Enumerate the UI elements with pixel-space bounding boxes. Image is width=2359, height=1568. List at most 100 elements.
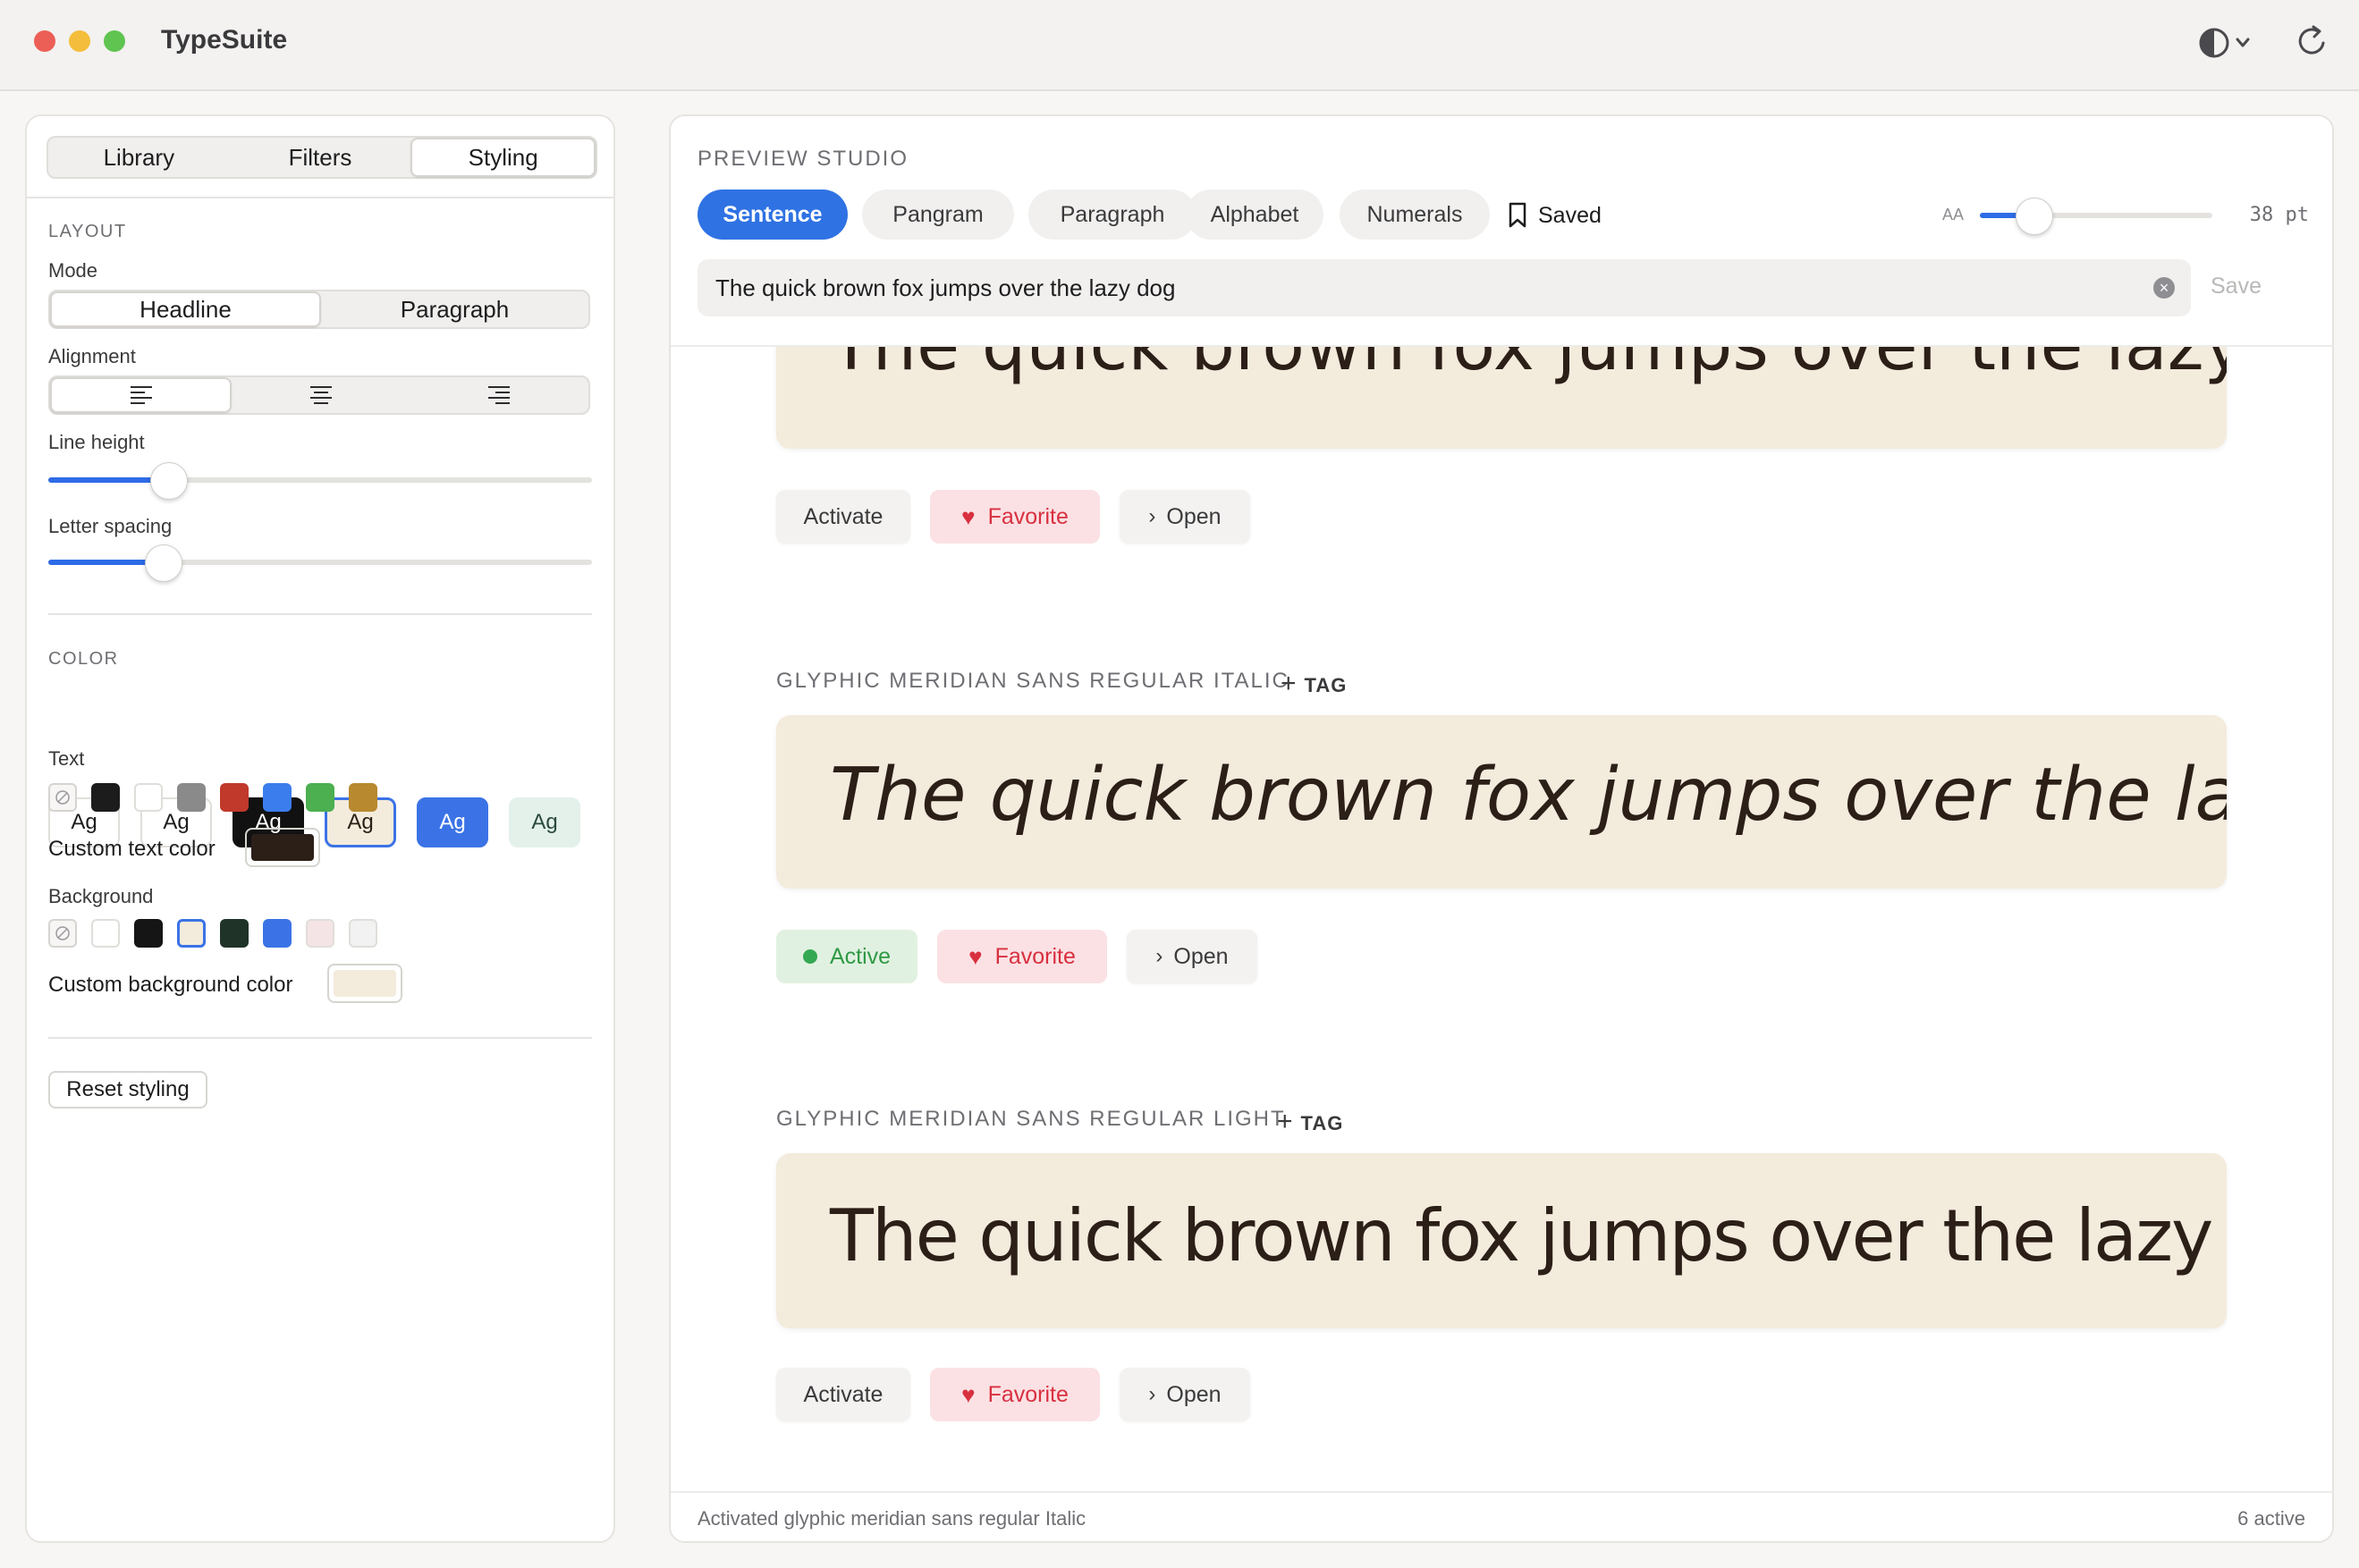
font-sample-text: The quick brown fox jumps over the lazy …	[830, 1194, 2227, 1277]
activate-button[interactable]: Activate	[776, 1368, 910, 1421]
font-size-slider[interactable]	[1980, 198, 2212, 235]
pill-alphabet[interactable]: Alphabet	[1186, 190, 1323, 240]
open-button[interactable]: › Open	[1127, 930, 1257, 983]
color-divider	[48, 1037, 592, 1039]
align-left-option[interactable]	[50, 377, 233, 413]
background-color-swatch[interactable]	[220, 919, 249, 948]
plus-icon: +	[1277, 1107, 1294, 1136]
app-title: TypeSuite	[161, 25, 288, 55]
text-color-swatch[interactable]	[220, 783, 249, 812]
custom-text-color-well[interactable]	[245, 828, 320, 867]
background-color-swatch[interactable]	[306, 919, 334, 948]
pill-paragraph[interactable]: Paragraph	[1028, 190, 1196, 240]
favorite-button[interactable]: ♥ Favorite	[930, 1368, 1100, 1421]
sample-text-input[interactable]: The quick brown fox jumps over the lazy …	[715, 274, 1175, 302]
add-tag-button[interactable]: + TAG	[1281, 669, 1347, 699]
tab-filters[interactable]: Filters	[230, 138, 411, 177]
refresh-button[interactable]	[2295, 23, 2330, 63]
reset-styling-button[interactable]: Reset styling	[48, 1071, 207, 1109]
align-right-option[interactable]	[410, 377, 588, 413]
active-status-button[interactable]: Active	[776, 930, 917, 983]
pill-numerals[interactable]: Numerals	[1340, 190, 1490, 240]
studio-header: PREVIEW STUDIO Sentence Pangram Paragrap…	[671, 116, 2332, 345]
color-preset[interactable]: Ag	[509, 797, 580, 847]
mode-headline-option[interactable]: Headline	[50, 291, 321, 327]
sample-text-field[interactable]: The quick brown fox jumps over the lazy …	[698, 259, 2191, 316]
tag-label: TAG	[1304, 674, 1348, 696]
saved-toggle[interactable]: Saved	[1508, 202, 1602, 229]
text-color-swatch[interactable]	[177, 783, 206, 812]
font-name-label: GLYPHIC MERIDIAN SANS REGULAR LIGHT	[776, 1107, 1286, 1131]
favorite-label: Favorite	[987, 1381, 1069, 1407]
background-color-swatch[interactable]	[91, 919, 120, 948]
font-size-slider-knob[interactable]	[2016, 198, 2053, 235]
heart-icon: ♥	[968, 942, 983, 970]
open-label: Open	[1166, 503, 1222, 529]
mode-segmented-control: Headline Paragraph	[48, 290, 590, 329]
tab-styling[interactable]: Styling	[410, 138, 596, 177]
no-color-swatch[interactable]	[48, 919, 77, 948]
font-name-label: GLYPHIC MERIDIAN SANS REGULAR ITALIC	[776, 669, 1289, 693]
color-preset[interactable]: Ag	[417, 797, 488, 847]
line-height-slider-knob[interactable]	[150, 462, 188, 500]
activate-button[interactable]: Activate	[776, 490, 910, 544]
no-color-icon	[55, 926, 70, 940]
open-button[interactable]: › Open	[1120, 1368, 1250, 1421]
close-window-button[interactable]	[34, 30, 55, 52]
letter-spacing-label: Letter spacing	[48, 515, 173, 537]
custom-background-color-well[interactable]	[327, 964, 402, 1003]
text-color-swatch[interactable]	[306, 783, 334, 812]
zoom-window-button[interactable]	[104, 30, 125, 52]
text-color-swatch[interactable]	[263, 783, 292, 812]
mode-paragraph-option[interactable]: Paragraph	[321, 291, 588, 327]
chevron-right-icon: ›	[1148, 504, 1156, 528]
chevron-right-icon: ›	[1148, 1382, 1156, 1406]
plus-icon: +	[1281, 669, 1298, 698]
pill-pangram[interactable]: Pangram	[862, 190, 1014, 240]
tabs-divider	[27, 197, 613, 198]
studio-title: PREVIEW STUDIO	[698, 147, 909, 171]
background-color-swatch[interactable]	[177, 919, 206, 948]
status-divider	[671, 1491, 2332, 1493]
align-center-icon	[309, 386, 332, 404]
add-tag-button[interactable]: + TAG	[1277, 1107, 1343, 1137]
alignment-segmented-control	[48, 375, 590, 415]
text-color-swatch[interactable]	[91, 783, 120, 812]
font-card-light[interactable]: The quick brown fox jumps over the lazy …	[776, 1153, 2227, 1328]
favorite-label: Favorite	[987, 503, 1069, 529]
active-count: 6 active	[2237, 1507, 2305, 1530]
custom-text-color-label: Custom text color	[48, 837, 216, 861]
align-center-option[interactable]	[232, 377, 410, 413]
line-height-slider[interactable]	[48, 462, 592, 500]
app-window: TypeSuite Library Filters Styling LAYOUT…	[0, 0, 2359, 1568]
text-color-swatch[interactable]	[349, 783, 377, 812]
text-color-swatch[interactable]	[134, 783, 163, 812]
align-left-icon	[130, 386, 152, 404]
tag-label: TAG	[1300, 1112, 1344, 1134]
alignment-label: Alignment	[48, 345, 136, 367]
background-color-swatch[interactable]	[349, 919, 377, 948]
theme-toggle[interactable]	[2198, 25, 2257, 65]
font-card-italic[interactable]: The quick brown fox jumps over the lazy …	[776, 715, 2227, 889]
no-color-swatch[interactable]	[48, 783, 77, 812]
layout-section-label: LAYOUT	[48, 222, 127, 241]
favorite-button[interactable]: ♥ Favorite	[930, 490, 1100, 544]
heart-icon: ♥	[961, 1380, 976, 1408]
clear-icon[interactable]: ×	[2153, 277, 2175, 299]
saved-label: Saved	[1538, 202, 1602, 228]
bookmark-icon	[1509, 202, 1526, 228]
letter-spacing-slider[interactable]	[48, 544, 592, 582]
save-button[interactable]: Save	[2211, 274, 2262, 299]
open-label: Open	[1166, 1381, 1222, 1407]
background-color-swatch[interactable]	[134, 919, 163, 948]
favorite-button[interactable]: ♥ Favorite	[937, 930, 1107, 983]
background-color-swatch[interactable]	[263, 919, 292, 948]
favorite-label: Favorite	[994, 943, 1076, 969]
open-button[interactable]: › Open	[1120, 490, 1250, 544]
styling-sidebar: Library Filters Styling LAYOUT Mode Head…	[25, 114, 615, 1543]
pill-sentence[interactable]: Sentence	[698, 190, 848, 240]
letter-spacing-slider-knob[interactable]	[145, 544, 182, 582]
refresh-icon	[2298, 25, 2325, 55]
minimize-window-button[interactable]	[69, 30, 90, 52]
tab-library[interactable]: Library	[48, 138, 230, 177]
